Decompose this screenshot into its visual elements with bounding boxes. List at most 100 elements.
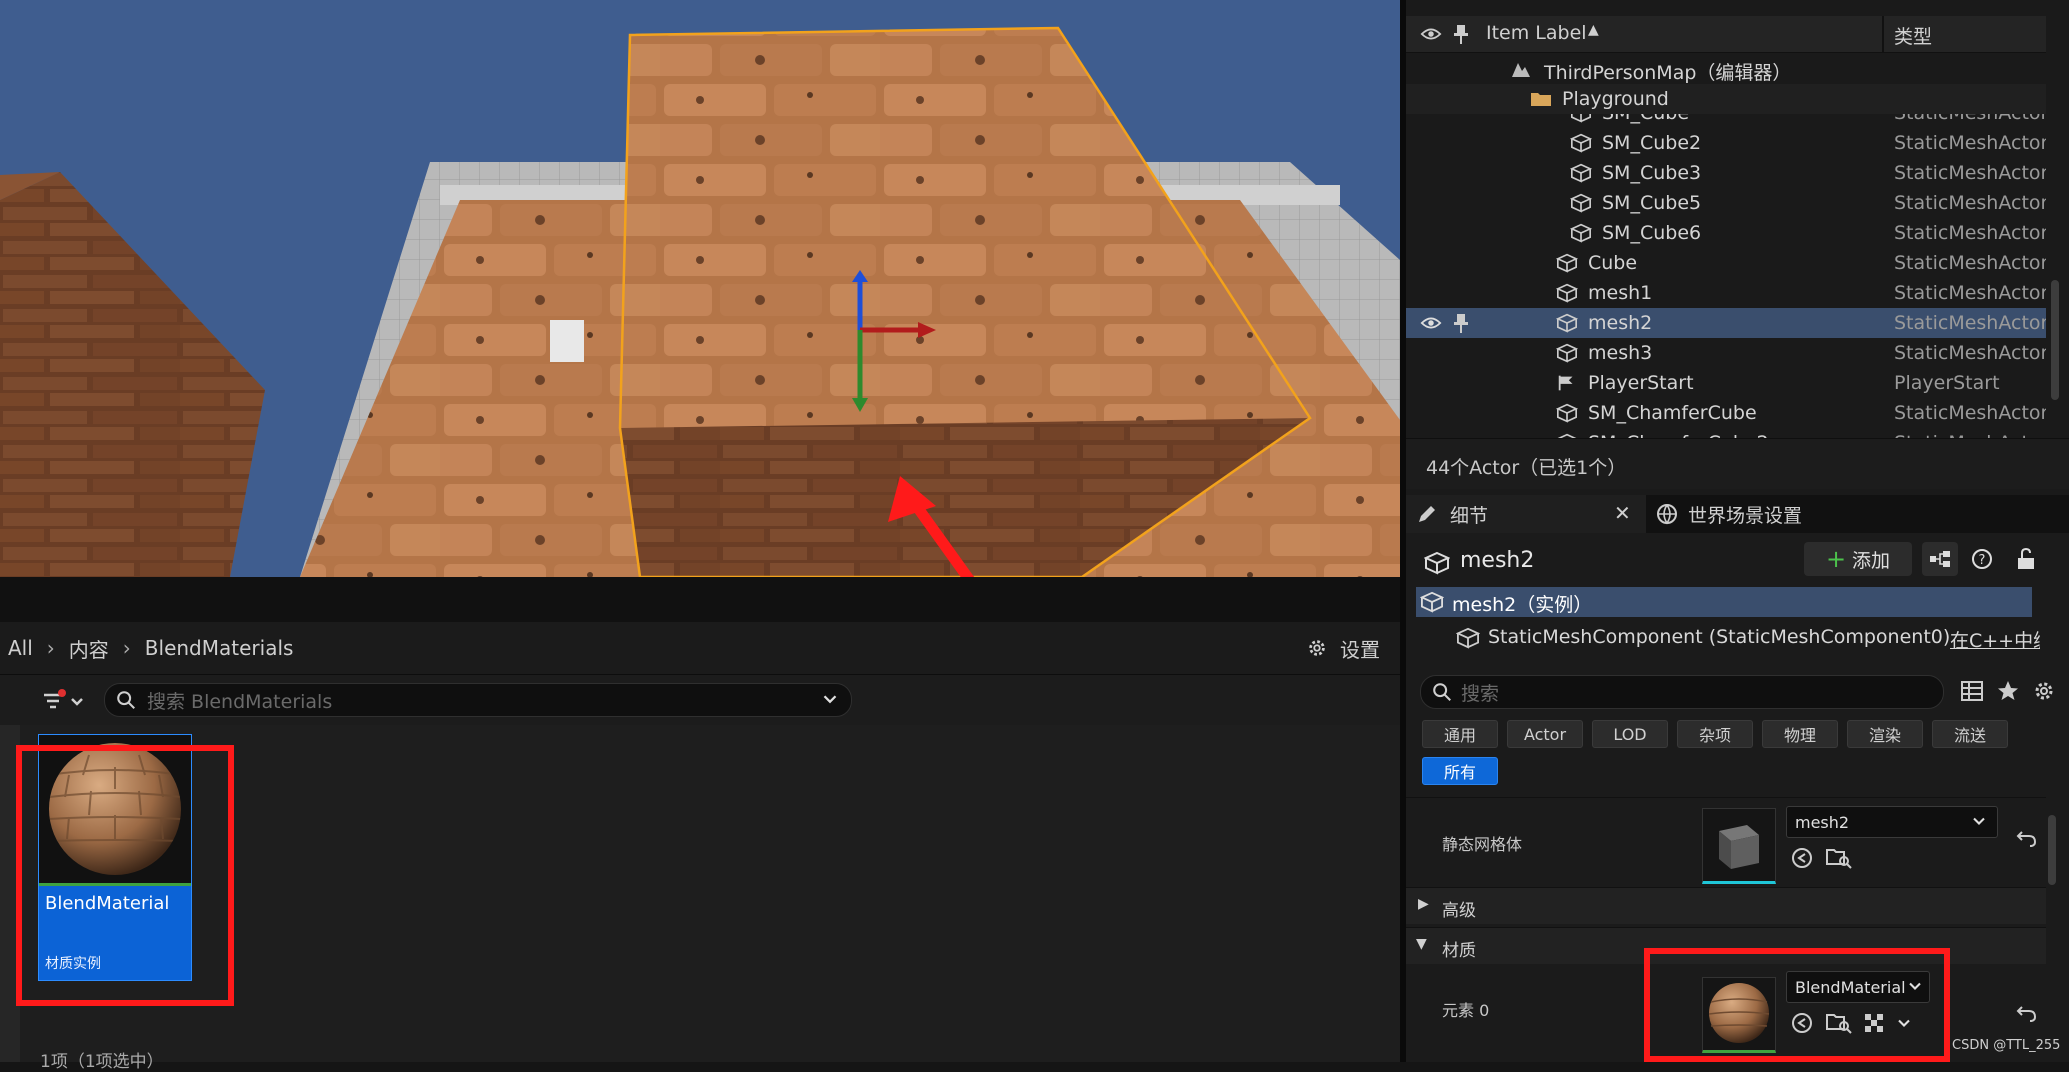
tab-details[interactable]: 细节 ✕ (1406, 495, 1646, 533)
outliner-row[interactable]: mesh3 StaticMeshActor (1406, 338, 2046, 368)
asset-search-input[interactable]: 搜索 BlendMaterials (104, 683, 852, 717)
lock-icon (2018, 547, 2034, 569)
expand-arrow-icon: ▶ (1418, 896, 1429, 912)
content-browser-top-strip (0, 577, 1400, 622)
combo-value: mesh2 (1795, 812, 1850, 832)
lock-button[interactable] (2008, 542, 2044, 576)
filter-button[interactable] (40, 687, 92, 715)
table-view-icon[interactable] (1960, 679, 1984, 703)
gear-icon[interactable] (2032, 679, 2056, 703)
pencil-icon (1419, 506, 1435, 522)
watermark: CSDN @TTL_255 (1952, 1038, 2061, 1053)
outliner-type: StaticMeshActor (1894, 282, 2046, 304)
component-label: mesh2（实例） (1452, 594, 1593, 616)
column-type[interactable]: 类型 (1894, 22, 1932, 49)
column-separator[interactable] (1882, 16, 1884, 52)
outliner-row[interactable]: SM_Cube3 StaticMeshActor (1406, 158, 2046, 188)
outliner-row[interactable]: mesh1 StaticMeshActor (1406, 278, 2046, 308)
static-mesh-actor-icon (1555, 403, 1579, 423)
category-physics[interactable]: 物理 (1762, 720, 1838, 748)
static-mesh-actor-icon (1555, 283, 1579, 303)
plus-icon: + (1825, 545, 1847, 573)
pin-icon[interactable] (1452, 312, 1470, 339)
component-label: StaticMeshComponent (StaticMeshComponent… (1488, 626, 1951, 648)
outliner-row-folder[interactable]: Playground (1406, 84, 2046, 114)
collapse-arrow-icon: ▼ (1416, 936, 1427, 952)
sort-ascending-icon: ▲ (1588, 22, 1599, 38)
settings-label: 设置 (1340, 637, 1380, 662)
breadcrumb: All › 内容 › BlendMaterials 设置 (0, 622, 1400, 675)
edit-in-cpp-link[interactable]: 在C++中编 (1950, 626, 2040, 653)
breadcrumb-all[interactable]: All (8, 636, 33, 660)
outliner-row-map[interactable]: ThirdPersonMap（编辑器） (1406, 54, 2046, 84)
outliner-row[interactable]: SM_Cube StaticMeshActor (1406, 114, 2046, 128)
add-label: 添加 (1852, 549, 1891, 572)
category-lod[interactable]: LOD (1592, 720, 1668, 748)
component-row-instance[interactable]: mesh2（实例） (1416, 587, 2032, 617)
eye-icon[interactable] (1420, 24, 1442, 44)
tab-world-settings[interactable]: 世界场景设置 (1656, 495, 1876, 533)
static-mesh-actor-icon (1569, 223, 1593, 243)
breadcrumb-content[interactable]: 内容 (69, 634, 109, 663)
add-component-button[interactable]: + 添加 (1804, 542, 1912, 576)
outliner-list: SM_Cube StaticMeshActor SM_Cube2 StaticMesh… (1406, 114, 2046, 438)
outliner-row[interactable]: SM_ChamferCube StaticMeshActor (1406, 398, 2046, 428)
category-rendering[interactable]: 渲染 (1847, 720, 1923, 748)
outliner-row[interactable]: Cube StaticMeshActor (1406, 248, 2046, 278)
annotation-highlight-asset (16, 745, 234, 1006)
reset-arrow-icon[interactable] (2016, 1003, 2038, 1023)
outliner-scrollbar[interactable] (2051, 280, 2059, 400)
chevron-down-icon[interactable] (819, 688, 841, 710)
outliner-row[interactable]: SM_Cube2 StaticMeshActor (1406, 128, 2046, 158)
search-icon (117, 691, 135, 709)
content-browser-status: 1项（1项选中） (40, 1052, 164, 1072)
outliner-label: SM_Cube6 (1602, 222, 1702, 244)
outliner-row[interactable]: PlayerStart PlayerStart (1406, 368, 2046, 398)
details-search-input[interactable]: 搜索 (1420, 675, 1944, 709)
level-viewport[interactable] (0, 0, 1400, 577)
close-icon[interactable]: ✕ (1614, 501, 1631, 525)
outliner-label: Cube (1588, 252, 1638, 274)
section-advanced[interactable]: ▶ 高级 (1406, 887, 2046, 924)
blueprint-button[interactable] (1922, 542, 1958, 576)
settings-button[interactable]: 设置 (1306, 622, 1380, 674)
use-selected-icon[interactable] (1790, 846, 1814, 870)
column-item-label[interactable]: Item Label (1486, 22, 1587, 44)
outliner-type: StaticMeshActor (1894, 132, 2046, 154)
outliner-type: StaticMeshActor (1894, 312, 2046, 334)
outliner-row[interactable]: mesh2 StaticMeshActor (1406, 308, 2046, 338)
category-general[interactable]: 通用 (1422, 720, 1498, 748)
eye-icon[interactable] (1420, 313, 1442, 338)
outliner-label: SM_Cube5 (1602, 192, 1702, 214)
star-icon[interactable] (1996, 679, 2020, 703)
browse-folder-icon[interactable] (1826, 846, 1852, 870)
chevron-right-icon: › (122, 636, 131, 660)
outliner-row[interactable]: SM_ChamferCube2StaticMeshActor (1406, 428, 2046, 438)
outliner-label: Playground (1562, 88, 1669, 110)
category-all[interactable]: 所有 (1422, 757, 1498, 785)
static-mesh-thumbnail[interactable] (1702, 808, 1776, 884)
outliner-label: mesh3 (1588, 342, 1653, 364)
outliner-label: SM_Cube (1602, 114, 1689, 124)
outliner-row[interactable]: SM_Cube5 StaticMeshActor (1406, 188, 2046, 218)
component-row-staticmesh[interactable]: StaticMeshComponent (StaticMeshComponent… (1416, 623, 2040, 653)
reset-arrow-icon[interactable] (2016, 828, 2038, 848)
map-icon (1510, 59, 1532, 79)
pin-icon[interactable] (1452, 23, 1470, 45)
category-actor[interactable]: Actor (1507, 720, 1583, 748)
static-mesh-combo[interactable]: mesh2 (1786, 806, 1998, 838)
details-scrollbar[interactable] (2048, 815, 2056, 885)
folder-icon (1530, 89, 1552, 109)
breadcrumb-blendmaterials[interactable]: BlendMaterials (145, 636, 294, 660)
static-mesh-actor-icon (1555, 253, 1579, 273)
static-mesh-actor-icon (1569, 133, 1593, 153)
outliner-label: SM_Cube3 (1602, 162, 1702, 184)
category-streaming[interactable]: 流送 (1932, 720, 2008, 748)
filter-bar: 搜索 BlendMaterials (0, 675, 1400, 725)
search-placeholder: 搜索 BlendMaterials (147, 690, 333, 713)
outliner-row[interactable]: SM_Cube6 StaticMeshActor (1406, 218, 2046, 248)
category-misc[interactable]: 杂项 (1677, 720, 1753, 748)
help-button[interactable]: ? (1964, 542, 2000, 576)
world-outliner: Item Label ▲ 类型 ThirdPersonMap（编辑器） Play… (1406, 0, 2069, 495)
section-label: 材质 (1442, 941, 1476, 961)
